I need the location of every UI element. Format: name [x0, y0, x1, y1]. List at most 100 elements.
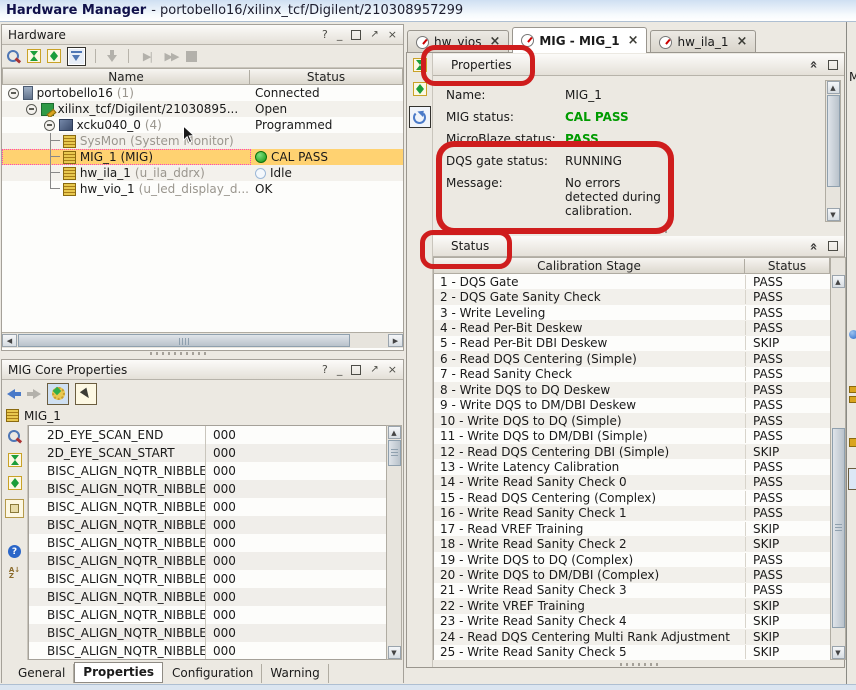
collapse-all-icon[interactable]	[27, 49, 41, 63]
calibration-row[interactable]: 1 - DQS GatePASS	[434, 274, 830, 289]
status-table-column-header[interactable]: Calibration Stage Status	[433, 257, 830, 274]
maximize-button[interactable]	[351, 30, 361, 40]
calibration-row[interactable]: 15 - Read DQS Centering (Complex)PASS	[434, 490, 830, 505]
maximize-button[interactable]	[351, 365, 361, 375]
calibration-row[interactable]: 25 - Write Read Sanity Check 5SKIP	[434, 645, 830, 660]
stop-icon[interactable]	[186, 51, 197, 62]
calibration-row[interactable]: 20 - Write DQS to DM/DBI (Complex)PASS	[434, 567, 830, 582]
calibration-row[interactable]: 18 - Write Read Sanity Check 2SKIP	[434, 536, 830, 551]
column-header-calibration-stage[interactable]: Calibration Stage	[434, 259, 745, 273]
column-header-name[interactable]: Name	[3, 70, 250, 84]
column-header-status[interactable]: Status	[250, 70, 402, 84]
tree-row-name[interactable]: MIG_1 (MIG)	[2, 149, 251, 165]
float-button[interactable]: ↗	[370, 30, 378, 40]
tree-row-name[interactable]: hw_ila_1(u_ila_ddrx)	[2, 165, 251, 181]
property-row[interactable]: BISC_ALIGN_NQTR_NIBBLE8000	[29, 606, 386, 624]
search-icon[interactable]	[6, 49, 21, 64]
fwd-arrow-icon[interactable]	[27, 389, 41, 399]
search-icon[interactable]	[7, 429, 22, 444]
tree-row-name[interactable]: xilinx_tcf/Digilent/21030895...	[2, 101, 251, 117]
calibration-row[interactable]: 8 - Write DQS to DQ DeskewPASS	[434, 382, 830, 397]
tab-close-icon[interactable]: ×	[489, 37, 500, 47]
gear-tool-button[interactable]	[47, 383, 69, 405]
status-table-scrollbar[interactable]: ▲ ▼	[830, 257, 846, 660]
program-gray-icon[interactable]	[105, 49, 119, 63]
autoconnect-icon[interactable]	[67, 47, 86, 66]
tree-row[interactable]: xcku040_0(4)Programmed	[2, 117, 403, 133]
tree-row-name[interactable]: SysMon(System Monitor)	[2, 133, 251, 149]
pane-resize-handle[interactable]	[620, 663, 660, 666]
calibration-row[interactable]: 7 - Read Sanity CheckPASS	[434, 367, 830, 382]
calibration-row[interactable]: 3 - Write LevelingPASS	[434, 305, 830, 320]
calibration-row[interactable]: 19 - Write DQS to DQ (Complex)PASS	[434, 552, 830, 567]
tab-general[interactable]: General	[10, 664, 74, 683]
calibration-row[interactable]: 9 - Write DQS to DM/DBI DeskewPASS	[434, 398, 830, 413]
help-button[interactable]: ?	[322, 30, 328, 40]
tab-warning[interactable]: Warning	[262, 664, 328, 683]
calibration-row[interactable]: 14 - Write Read Sanity Check 0PASS	[434, 475, 830, 490]
tree-row[interactable]: portobello16(1)Connected	[2, 85, 403, 101]
maximize-pane-icon[interactable]	[828, 241, 838, 251]
property-row[interactable]: 2D_EYE_SCAN_START000	[29, 444, 386, 462]
expand-all-icon[interactable]	[413, 82, 427, 96]
scroll-up-button[interactable]: ▲	[388, 426, 401, 439]
tree-row-name[interactable]: portobello16(1)	[2, 85, 251, 101]
close-button[interactable]: ×	[388, 30, 397, 40]
scrollbar-thumb[interactable]	[388, 440, 401, 466]
sort-az-icon[interactable]: A↓Z	[8, 567, 22, 579]
calibration-row[interactable]: 24 - Read DQS Centering Multi Rank Adjus…	[434, 629, 830, 644]
column-header-status[interactable]: Status	[745, 259, 829, 273]
maximize-pane-icon[interactable]	[828, 60, 838, 70]
property-row[interactable]: BISC_ALIGN_NQTR_NIBBLE7000	[29, 588, 386, 606]
collapse-pane-icon[interactable]: »	[806, 60, 821, 68]
properties-scrollbar[interactable]: ▲ ▼	[825, 80, 841, 222]
calibration-row[interactable]: 21 - Write Read Sanity Check 3PASS	[434, 583, 830, 598]
help-button[interactable]: ?	[322, 365, 328, 375]
tree-row[interactable]: hw_ila_1(u_ila_ddrx)Idle	[2, 165, 403, 181]
scrollbar-thumb[interactable]	[18, 334, 350, 347]
calibration-row[interactable]: 2 - DQS Gate Sanity CheckPASS	[434, 289, 830, 304]
run-all-icon[interactable]: ▶▶	[162, 49, 180, 63]
hierarchy-view-button[interactable]	[5, 499, 24, 518]
hardware-horizontal-scrollbar[interactable]: ◀ ▶	[2, 332, 403, 348]
tree-row[interactable]: xilinx_tcf/Digilent/21030895...Open	[2, 101, 403, 117]
scroll-left-button[interactable]: ◀	[2, 334, 17, 347]
scroll-right-button[interactable]: ▶	[388, 334, 403, 347]
tree-row-name[interactable]: hw_vio_1(u_led_display_d...	[2, 181, 251, 197]
property-row[interactable]: BISC_ALIGN_NQTR_NIBBLE3000	[29, 516, 386, 534]
calibration-row[interactable]: 13 - Write Latency CalibrationPASS	[434, 459, 830, 474]
back-arrow-icon[interactable]	[7, 389, 21, 399]
calibration-row[interactable]: 4 - Read Per-Bit DeskewPASS	[434, 320, 830, 335]
expand-handle-icon[interactable]	[8, 88, 19, 99]
tab-configuration[interactable]: Configuration	[164, 664, 262, 683]
close-button[interactable]: ×	[388, 365, 397, 375]
property-row[interactable]: BISC_ALIGN_NQTR_NIBBLE10000	[29, 642, 386, 660]
calibration-row[interactable]: 16 - Write Read Sanity Check 1PASS	[434, 506, 830, 521]
minimize-button[interactable]: _	[337, 30, 343, 40]
refresh-button[interactable]	[409, 106, 431, 128]
property-row[interactable]: 2D_EYE_SCAN_END000	[29, 426, 386, 444]
calibration-row[interactable]: 23 - Write Read Sanity Check 4SKIP	[434, 614, 830, 629]
scroll-up-button[interactable]: ▲	[832, 275, 845, 288]
dashboard-tab-hw_ila_1[interactable]: hw_ila_1×	[650, 30, 756, 53]
scroll-down-button[interactable]: ▼	[827, 208, 840, 221]
scrollbar-thumb[interactable]	[827, 95, 840, 187]
hardware-tree-column-header[interactable]: Name Status	[2, 68, 403, 85]
tab-close-icon[interactable]: ×	[628, 36, 639, 46]
cursor-tool-button[interactable]	[75, 383, 97, 405]
help-blue-icon[interactable]: ?	[8, 545, 21, 558]
property-row[interactable]: BISC_ALIGN_NQTR_NIBBLE0000	[29, 462, 386, 480]
calibration-row[interactable]: 11 - Write DQS to DM/DBI (Simple)PASS	[434, 428, 830, 443]
collapse-pane-icon[interactable]: »	[806, 242, 821, 250]
property-row[interactable]: BISC_ALIGN_NQTR_NIBBLE1000	[29, 480, 386, 498]
mig-properties-scrollbar[interactable]: ▲ ▼	[386, 425, 402, 660]
expand-handle-icon[interactable]	[44, 120, 55, 131]
property-row[interactable]: BISC_ALIGN_NQTR_NIBBLE6000	[29, 570, 386, 588]
property-row[interactable]: BISC_ALIGN_NQTR_NIBBLE9000	[29, 624, 386, 642]
calibration-row[interactable]: 5 - Read Per-Bit DBI DeskewSKIP	[434, 336, 830, 351]
scrollbar-thumb[interactable]	[832, 428, 845, 628]
property-row[interactable]: BISC_ALIGN_NQTR_NIBBLE4000	[29, 534, 386, 552]
calibration-row[interactable]: 6 - Read DQS Centering (Simple)PASS	[434, 351, 830, 366]
float-button[interactable]: ↗	[370, 365, 378, 375]
tab-close-icon[interactable]: ×	[737, 37, 748, 47]
